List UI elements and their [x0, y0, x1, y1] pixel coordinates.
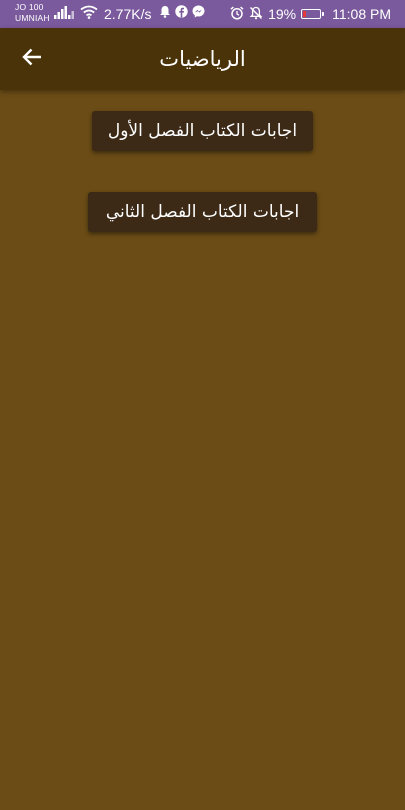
carrier-label: JO 100 UMNIAH — [15, 2, 50, 24]
status-bar: JO 100 UMNIAH 2.77K/s 19% 11:08 PM — [0, 0, 405, 28]
status-right: 19% 11:08 PM — [230, 5, 391, 23]
carrier-line-1: JO 100 — [15, 2, 44, 12]
facebook-icon — [175, 5, 189, 23]
battery-icon — [301, 9, 325, 19]
app-screen: JO 100 UMNIAH 2.77K/s 19% 11:08 PM الريا… — [0, 0, 405, 810]
network-speed: 2.77K/s — [104, 6, 152, 22]
status-time: 11:08 PM — [332, 6, 391, 22]
back-button[interactable] — [12, 39, 52, 79]
wifi-icon — [80, 5, 98, 24]
battery-percent: 19% — [268, 6, 297, 22]
messenger-icon — [192, 5, 205, 23]
arrow-back-icon — [22, 48, 42, 70]
carrier-line-2: UMNIAH — [15, 13, 50, 23]
status-left-icons: 2.77K/s — [54, 5, 205, 24]
first-semester-answers-button[interactable]: اجابات الكتاب الفصل الأول — [92, 111, 313, 151]
second-semester-answers-button[interactable]: اجابات الكتاب الفصل الثاني — [88, 192, 317, 232]
battery-level — [303, 11, 307, 17]
notification-bell-icon — [159, 5, 171, 23]
app-bar: الرياضيات — [0, 28, 405, 90]
mute-bell-icon — [249, 6, 263, 23]
alarm-icon — [230, 5, 244, 23]
page-title: الرياضيات — [159, 47, 246, 71]
signal-icon — [54, 5, 76, 24]
